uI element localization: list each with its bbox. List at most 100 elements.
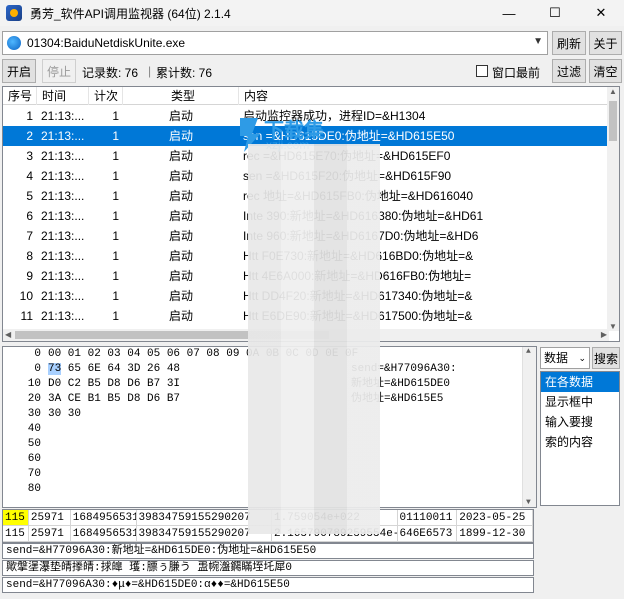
cell-count: 1: [112, 309, 119, 323]
hex-offset: 10: [27, 378, 41, 390]
hex-offset: 40: [27, 423, 41, 435]
cell-index: 11: [20, 309, 33, 323]
cell-type: 启动: [168, 269, 193, 283]
scroll-down-icon[interactable]: ▼: [609, 322, 617, 331]
text-line-unicode[interactable]: 歟搫塣瀑垫皘搼皘:捄皥 瓁:膘ぅ膁う 盄帵瀊鐊瞞垤圫犀0: [2, 560, 534, 576]
search-hint-line: 显示框中: [545, 395, 594, 409]
cell-time: 21:13:...: [41, 189, 85, 203]
text-line-gbk[interactable]: send=&H77096A30:新地址=&HD615DE0:伪地址=&HD615…: [2, 543, 534, 559]
cell-index: 9: [26, 269, 33, 283]
value-cell[interactable]: 115: [3, 526, 29, 541]
window-controls: — ☐ ✕: [486, 0, 624, 26]
scroll-up-icon[interactable]: ▲: [526, 347, 531, 356]
topmost-label: 窗口最前: [492, 66, 541, 80]
log-table-header: 序号 时间 计次 类型 内容: [3, 87, 609, 105]
value-cell[interactable]: 1684956531: [71, 526, 137, 541]
cell-time: 21:13:...: [41, 289, 85, 303]
cell-type: 启动: [168, 249, 193, 263]
cell-index: 7: [26, 229, 33, 243]
chevron-down-icon[interactable]: ⌄: [578, 348, 586, 368]
redacted-region: [248, 144, 380, 534]
start-button[interactable]: 开启: [2, 59, 36, 83]
cell-index: 5: [26, 189, 33, 203]
chevron-down-icon[interactable]: ▼: [533, 36, 543, 47]
data-type-select[interactable]: 数据 ⌄: [540, 347, 590, 369]
cell-type: 启动: [168, 129, 193, 143]
cell-count: 1: [112, 269, 119, 283]
cell-count: 1: [112, 189, 119, 203]
cell-count: 1: [112, 149, 119, 163]
filter-button[interactable]: 过滤: [552, 59, 586, 83]
cell-time: 21:13:...: [41, 229, 85, 243]
scroll-down-icon[interactable]: ▼: [526, 498, 531, 507]
minimize-button[interactable]: —: [486, 0, 532, 26]
cell-count: 1: [112, 229, 119, 243]
clear-button[interactable]: 清空: [589, 59, 622, 83]
about-button[interactable]: 关于: [589, 31, 622, 55]
value-cell[interactable]: 01110011: [398, 510, 458, 525]
cell-time: 21:13:...: [41, 149, 85, 163]
scroll-thumb[interactable]: [609, 101, 617, 141]
hex-offset: 50: [27, 438, 41, 450]
value-cell[interactable]: 1899-12-30 00:00:00: [457, 526, 533, 541]
hex-offset-column: 0 0 10 20 30 40 50 60 70 80: [3, 347, 45, 507]
search-button[interactable]: 搜索: [592, 347, 620, 369]
refresh-button[interactable]: 刷新: [552, 31, 586, 55]
hex-offset: 80: [27, 483, 41, 495]
scroll-up-icon[interactable]: ▲: [609, 87, 617, 96]
toolbar: 开启 停止 记录数: 76 | 累计数: 76 窗口最前 过滤 清空: [2, 59, 622, 83]
cell-count: 1: [112, 249, 119, 263]
hex-offset: 20: [27, 393, 41, 405]
close-button[interactable]: ✕: [578, 0, 624, 26]
column-header-content[interactable]: 内容: [239, 87, 609, 105]
cell-time: 21:13:...: [41, 169, 85, 183]
cell-type: 启动: [168, 229, 193, 243]
value-cell[interactable]: 25971: [29, 510, 71, 525]
topmost-checkbox[interactable]: [476, 65, 488, 77]
hex-vertical-scrollbar[interactable]: ▲ ▼: [522, 347, 536, 507]
process-select[interactable]: 01304:BaiduNetdiskUnite.exe ▼: [2, 31, 548, 55]
hex-offset: 60: [27, 453, 41, 465]
cell-index: 3: [26, 149, 33, 163]
column-header-type[interactable]: 类型: [123, 87, 239, 105]
hex-selected-byte[interactable]: 73: [48, 363, 62, 375]
search-hint-line: 输入要搜: [545, 415, 594, 429]
hex-offset: 0: [34, 363, 41, 375]
cell-type: 启动: [168, 109, 193, 123]
hex-offset: 70: [27, 468, 41, 480]
separator: |: [148, 64, 152, 78]
column-header-time[interactable]: 时间: [37, 87, 89, 105]
log-vertical-scrollbar[interactable]: ▲ ▼: [607, 87, 619, 331]
cell-index: 1: [26, 109, 33, 123]
cell-time: 21:13:...: [41, 209, 85, 223]
window-title: 勇芳_软件API调用监视器 (64位) 2.1.4: [30, 6, 231, 21]
scroll-right-icon[interactable]: ▶: [601, 330, 607, 339]
cell-index: 4: [26, 169, 33, 183]
process-icon: [7, 36, 21, 50]
scroll-left-icon[interactable]: ◀: [5, 330, 11, 339]
process-select-value: 01304:BaiduNetdiskUnite.exe: [27, 36, 186, 50]
value-cell[interactable]: 115: [3, 510, 29, 525]
total-count-label: 累计数: 76: [156, 66, 213, 80]
cell-type: 启动: [168, 309, 193, 323]
value-cell[interactable]: 25971: [29, 526, 71, 541]
app-icon: [6, 5, 22, 21]
search-input[interactable]: 在各数据显示框中输入要搜索的内容: [540, 371, 620, 506]
value-cell[interactable]: 646E6573: [398, 526, 458, 541]
column-header-count[interactable]: 计次: [89, 87, 123, 105]
value-cell[interactable]: 1684956531: [71, 510, 137, 525]
value-cell[interactable]: 2023-05-25 03:28:51: [457, 510, 533, 525]
record-count-label: 记录数: 76: [82, 66, 139, 80]
column-header-index[interactable]: 序号: [3, 87, 37, 105]
search-hint-line: 索的内容: [545, 435, 594, 449]
cell-index: 10: [19, 289, 33, 303]
maximize-button[interactable]: ☐: [532, 0, 578, 26]
cell-index: 8: [26, 249, 33, 263]
hex-offset: 30: [27, 408, 41, 420]
cell-time: 21:13:...: [41, 269, 85, 283]
stop-button[interactable]: 停止: [42, 59, 76, 83]
search-hint-line: 在各数据: [541, 372, 619, 392]
text-line-utf8[interactable]: send=&H77096A30:♦μ♦=&HD615DE0:α♦♦=&HD615…: [2, 577, 534, 593]
cell-time: 21:13:...: [41, 309, 85, 323]
cell-count: 1: [112, 289, 119, 303]
